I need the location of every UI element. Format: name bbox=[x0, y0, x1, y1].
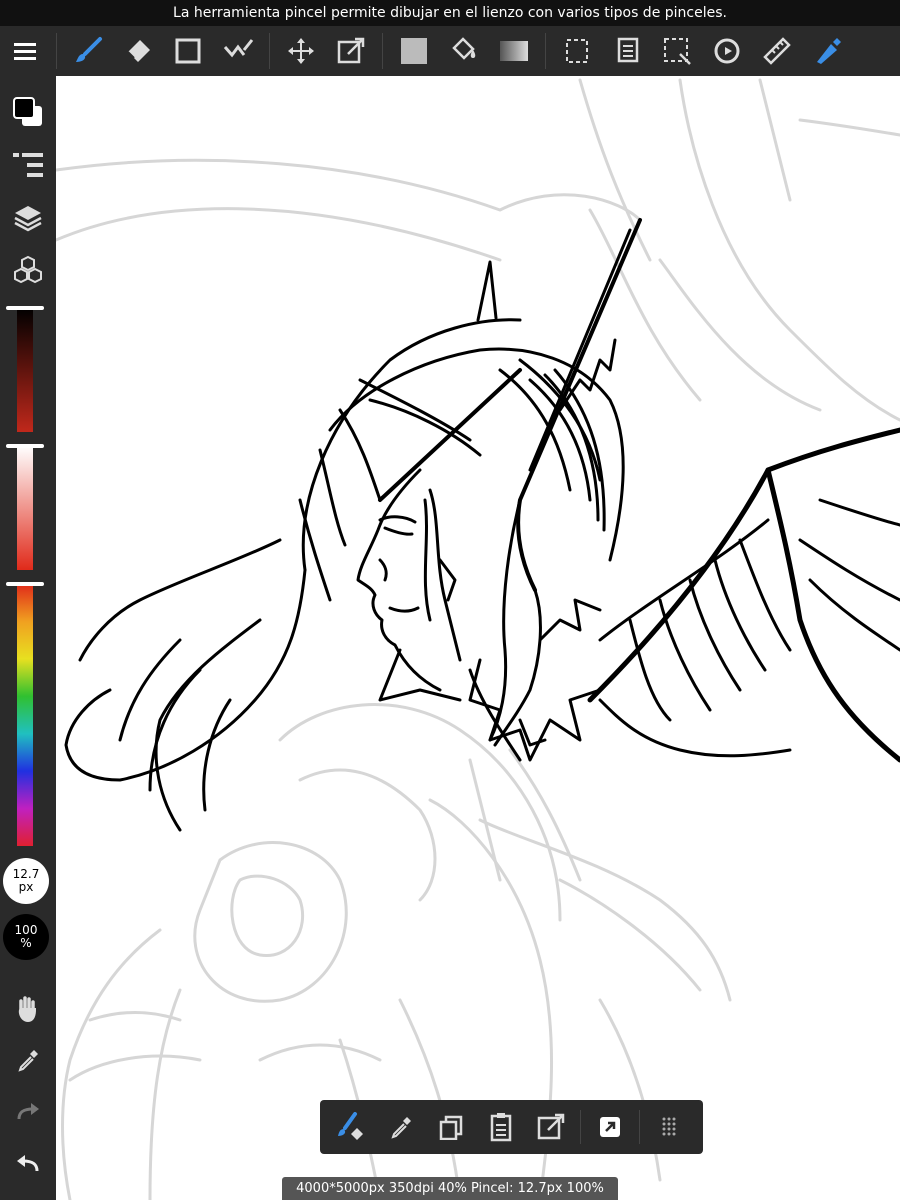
eyedropper-icon bbox=[18, 1050, 38, 1072]
brush-size-button[interactable]: 12.7 px bbox=[3, 858, 49, 904]
rectangle-icon bbox=[175, 38, 201, 64]
lasso-select-button[interactable] bbox=[652, 26, 702, 76]
brightness-slider-handle[interactable] bbox=[6, 306, 44, 310]
materials-button[interactable] bbox=[0, 248, 56, 292]
eyedropper-button[interactable] bbox=[376, 1102, 426, 1152]
eyedropper-icon bbox=[391, 1117, 411, 1139]
copy-button[interactable] bbox=[602, 26, 652, 76]
menu-button[interactable] bbox=[0, 26, 50, 76]
select-tool-button[interactable] bbox=[552, 26, 602, 76]
status-bar: 4000*5000px 350dpi 40% Pincel: 12.7px 10… bbox=[282, 1177, 618, 1200]
select-icon bbox=[566, 39, 588, 63]
color-swatch-button[interactable] bbox=[0, 90, 56, 134]
gradient-icon bbox=[500, 41, 528, 61]
top-toolbar bbox=[0, 26, 900, 76]
ruler-button[interactable] bbox=[752, 26, 802, 76]
paste-button[interactable] bbox=[476, 1102, 526, 1152]
saturation-slider[interactable] bbox=[6, 444, 44, 570]
hue-slider[interactable] bbox=[6, 582, 44, 846]
grip-icon bbox=[662, 1117, 676, 1136]
paste-icon bbox=[490, 1113, 512, 1142]
ruler-icon bbox=[763, 37, 791, 65]
pen-button[interactable] bbox=[802, 26, 852, 76]
fill-color-button[interactable] bbox=[389, 26, 439, 76]
brush-tool-button[interactable] bbox=[63, 26, 113, 76]
bucket-icon bbox=[452, 37, 476, 60]
move-tool-button[interactable] bbox=[276, 26, 326, 76]
opacity-button[interactable]: 100 % bbox=[3, 914, 49, 960]
bucket-tool-button[interactable] bbox=[439, 26, 489, 76]
hand-icon bbox=[18, 996, 36, 1022]
quick-action-button[interactable] bbox=[585, 1102, 635, 1152]
brush-eraser-icon bbox=[338, 1112, 363, 1140]
status-text: 4000*5000px 350dpi 40% Pincel: 12.7px 10… bbox=[296, 1181, 604, 1196]
copy-icon bbox=[617, 37, 639, 63]
brush-size-unit: px bbox=[18, 880, 34, 894]
undo-icon bbox=[17, 1155, 39, 1172]
export-button[interactable] bbox=[526, 1102, 576, 1152]
layers-icon bbox=[14, 206, 42, 232]
layers-button[interactable] bbox=[0, 196, 56, 240]
grip-handle[interactable] bbox=[644, 1102, 694, 1152]
drawing-canvas[interactable] bbox=[56, 76, 900, 1200]
left-sidebar: 12.7 px 100 % bbox=[0, 76, 56, 1200]
layer-list-icon bbox=[13, 153, 43, 177]
transform-tool-button[interactable] bbox=[326, 26, 376, 76]
rotate-icon bbox=[714, 38, 740, 64]
menu-icon bbox=[14, 43, 36, 60]
smudge-icon bbox=[223, 39, 254, 58]
duplicate-layer-button[interactable] bbox=[426, 1102, 476, 1152]
tool-tooltip: La herramienta pincel permite dibujar en… bbox=[0, 0, 900, 26]
rotate-button[interactable] bbox=[702, 26, 752, 76]
gradient-tool-button[interactable] bbox=[489, 26, 539, 76]
quick-action-icon bbox=[600, 1117, 620, 1137]
materials-icon bbox=[14, 255, 42, 284]
eraser-icon bbox=[127, 40, 150, 62]
undo-button[interactable] bbox=[0, 1142, 56, 1186]
rectangle-tool-button[interactable] bbox=[163, 26, 213, 76]
duplicate-layer-icon bbox=[439, 1115, 463, 1140]
eraser-tool-button[interactable] bbox=[113, 26, 163, 76]
move-icon bbox=[288, 38, 314, 64]
opacity-unit: % bbox=[20, 936, 32, 950]
hand-tool-button[interactable] bbox=[0, 988, 56, 1032]
bottom-floating-bar bbox=[320, 1100, 703, 1154]
hue-slider-handle[interactable] bbox=[6, 582, 44, 586]
export-icon bbox=[537, 1113, 565, 1140]
smudge-tool-button[interactable] bbox=[213, 26, 263, 76]
pen-icon bbox=[817, 38, 841, 64]
transform-icon bbox=[337, 37, 365, 64]
tooltip-text: La herramienta pincel permite dibujar en… bbox=[173, 5, 727, 21]
saturation-slider-handle[interactable] bbox=[6, 444, 44, 448]
brush-eraser-toggle-button[interactable] bbox=[326, 1102, 376, 1152]
layer-list-button[interactable] bbox=[0, 144, 56, 188]
fill-color-icon bbox=[401, 38, 427, 64]
redo-button[interactable] bbox=[0, 1090, 56, 1134]
brightness-slider[interactable] bbox=[6, 306, 44, 432]
artwork bbox=[56, 78, 900, 1200]
redo-icon bbox=[17, 1103, 39, 1120]
lasso-select-icon bbox=[664, 38, 691, 65]
color-swatch-icon bbox=[13, 97, 42, 126]
eyedropper-tool-button[interactable] bbox=[0, 1038, 56, 1082]
brush-icon bbox=[76, 37, 102, 62]
